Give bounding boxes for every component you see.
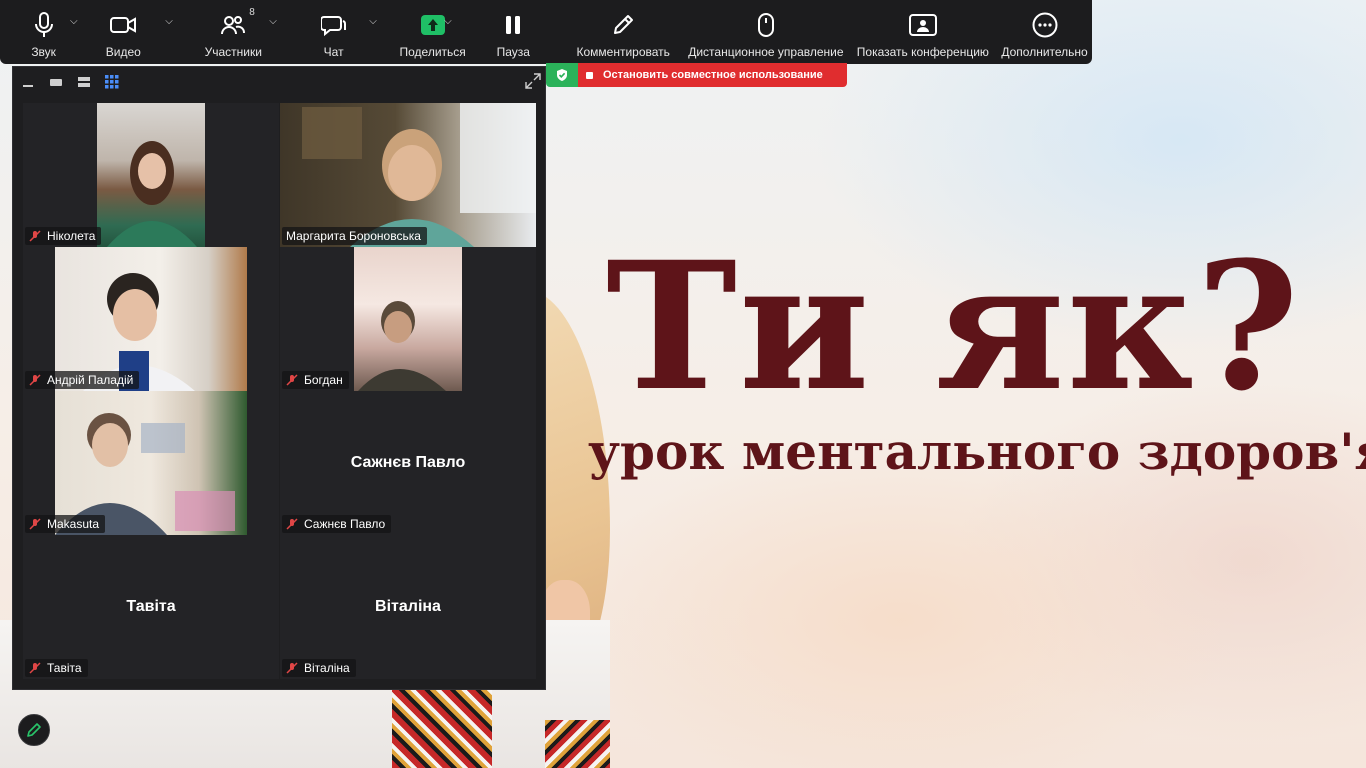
participant-name-label: Ніколета <box>25 227 102 245</box>
participant-video <box>55 391 247 535</box>
expand-icon[interactable] <box>525 73 541 89</box>
microphone-icon <box>33 8 55 42</box>
more-icon <box>1032 8 1058 42</box>
muted-mic-icon <box>29 662 41 674</box>
sharing-status-bar: Остановить совместное использование <box>546 63 847 87</box>
shield-check-icon[interactable] <box>546 63 578 87</box>
participants-label: Участники <box>204 45 262 59</box>
participant-name-label: Богдан <box>282 371 349 389</box>
muted-mic-icon <box>286 518 298 530</box>
pause-label: Пауза <box>496 45 530 59</box>
participant-video <box>354 247 462 391</box>
chat-label: Чат <box>323 45 344 59</box>
audio-label: Звук <box>31 45 56 59</box>
stop-square-icon <box>586 71 593 79</box>
illustration-embroidery <box>545 720 610 768</box>
pause-icon <box>505 8 521 42</box>
video-tile[interactable]: Сажнєв Павло Сажнєв Павло <box>280 391 536 535</box>
participant-name-label: Віталіна <box>282 659 356 677</box>
video-tile[interactable]: Makasuta <box>23 391 279 535</box>
chevron-down-icon[interactable]: ⌵ <box>165 16 173 27</box>
participant-count-badge: 8 <box>249 7 255 18</box>
video-gallery-panel: Ніколета Маргарита Бороновська Андрій Па… <box>12 66 546 690</box>
chevron-down-icon[interactable]: ⌵ <box>369 16 377 27</box>
participant-video <box>97 103 205 247</box>
strip-view-icon[interactable] <box>77 75 91 89</box>
video-tile-active-speaker[interactable]: Маргарита Бороновська <box>280 103 536 247</box>
chevron-down-icon[interactable]: ⌵ <box>269 16 277 27</box>
pencil-icon <box>611 8 635 42</box>
video-tiles-grid: Ніколета Маргарита Бороновська Андрій Па… <box>23 103 536 679</box>
participant-name-label: Маргарита Бороновська <box>282 227 427 245</box>
slide-title: Ти як? <box>606 223 1302 430</box>
gallery-header <box>13 67 547 99</box>
muted-mic-icon <box>29 518 41 530</box>
pause-share-button[interactable]: Пауза <box>477 0 549 64</box>
chat-icon <box>320 8 347 42</box>
more-button[interactable]: Дополнительно <box>997 0 1092 64</box>
chevron-down-icon[interactable]: ⌵ <box>70 16 78 27</box>
remote-control-button[interactable]: Дистанционное управление <box>687 0 844 64</box>
video-tile[interactable]: Богдан <box>280 247 536 391</box>
gallery-view-icon[interactable] <box>105 75 119 89</box>
chat-button[interactable]: ⌵ Чат <box>305 0 377 64</box>
video-tile[interactable]: Андрій Паладій <box>23 247 279 391</box>
slide-subtitle: урок ментального здоров'я <box>588 422 1366 481</box>
annotate-button[interactable]: Комментировать <box>567 0 679 64</box>
participant-name-label: Тавіта <box>25 659 88 677</box>
share-button[interactable]: ⌵ Поделиться <box>388 0 477 64</box>
conference-icon <box>908 8 937 42</box>
muted-mic-icon <box>29 230 41 242</box>
show-conference-button[interactable]: Показать конференцию <box>855 0 992 64</box>
minimize-view-icon[interactable] <box>21 75 35 89</box>
participant-name-label: Makasuta <box>25 515 106 533</box>
pencil-icon <box>27 723 41 737</box>
video-tile[interactable]: Тавіта Тавіта <box>23 535 279 679</box>
participant-name-label: Андрій Паладій <box>25 371 140 389</box>
muted-mic-icon <box>286 374 298 386</box>
video-tile[interactable]: Ніколета <box>23 103 279 247</box>
meeting-toolbar: ⌵ Звук ⌵ Видео 8 ⌵ Участники ⌵ Чат ⌵ Под… <box>0 0 1092 64</box>
stop-sharing-button[interactable]: Остановить совместное использование <box>578 63 847 87</box>
mouse-icon <box>757 8 775 42</box>
chevron-down-icon[interactable]: ⌵ <box>444 16 452 27</box>
illustration-embroidery <box>392 688 492 768</box>
participant-display-name: Тавіта <box>126 598 176 615</box>
annotate-floating-button[interactable] <box>18 714 50 746</box>
participant-video <box>280 103 536 247</box>
share-label: Поделиться <box>399 45 466 59</box>
speaker-view-icon[interactable] <box>49 75 63 89</box>
annotate-label: Комментировать <box>576 45 670 59</box>
muted-mic-icon <box>286 662 298 674</box>
participant-name-label: Сажнєв Павло <box>282 515 392 533</box>
participant-video <box>55 247 247 391</box>
participant-display-name: Сажнєв Павло <box>350 454 466 471</box>
participant-display-name: Віталіна <box>375 598 441 615</box>
video-label: Видео <box>105 45 141 59</box>
remote-control-label: Дистанционное управление <box>688 45 844 59</box>
audio-button[interactable]: ⌵ Звук <box>0 0 87 64</box>
more-label: Дополнительно <box>1001 45 1088 59</box>
show-conference-label: Показать конференцию <box>856 45 989 59</box>
video-tile[interactable]: Віталіна Віталіна <box>280 535 536 679</box>
muted-mic-icon <box>29 374 41 386</box>
video-camera-icon <box>110 8 137 42</box>
stop-sharing-label: Остановить совместное использование <box>603 69 823 81</box>
participants-icon <box>220 8 246 42</box>
participants-button[interactable]: 8 ⌵ Участники <box>177 0 289 64</box>
video-button[interactable]: ⌵ Видео <box>87 0 173 64</box>
share-screen-icon <box>420 8 445 42</box>
